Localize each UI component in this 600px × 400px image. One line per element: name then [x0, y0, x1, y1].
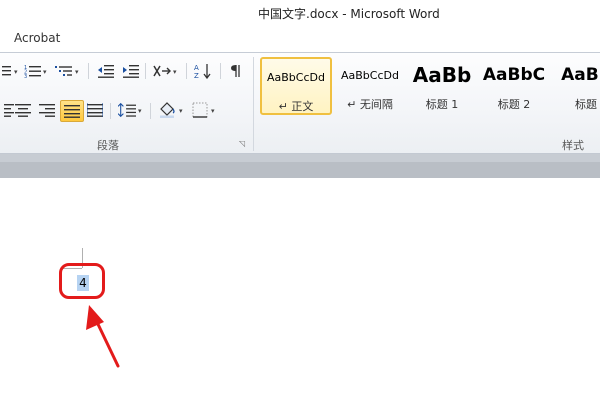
word-window: 中国文字.docx - Microsoft Word Acrobat ▾ 123…: [0, 0, 600, 400]
annotation-arrow: [86, 305, 120, 368]
